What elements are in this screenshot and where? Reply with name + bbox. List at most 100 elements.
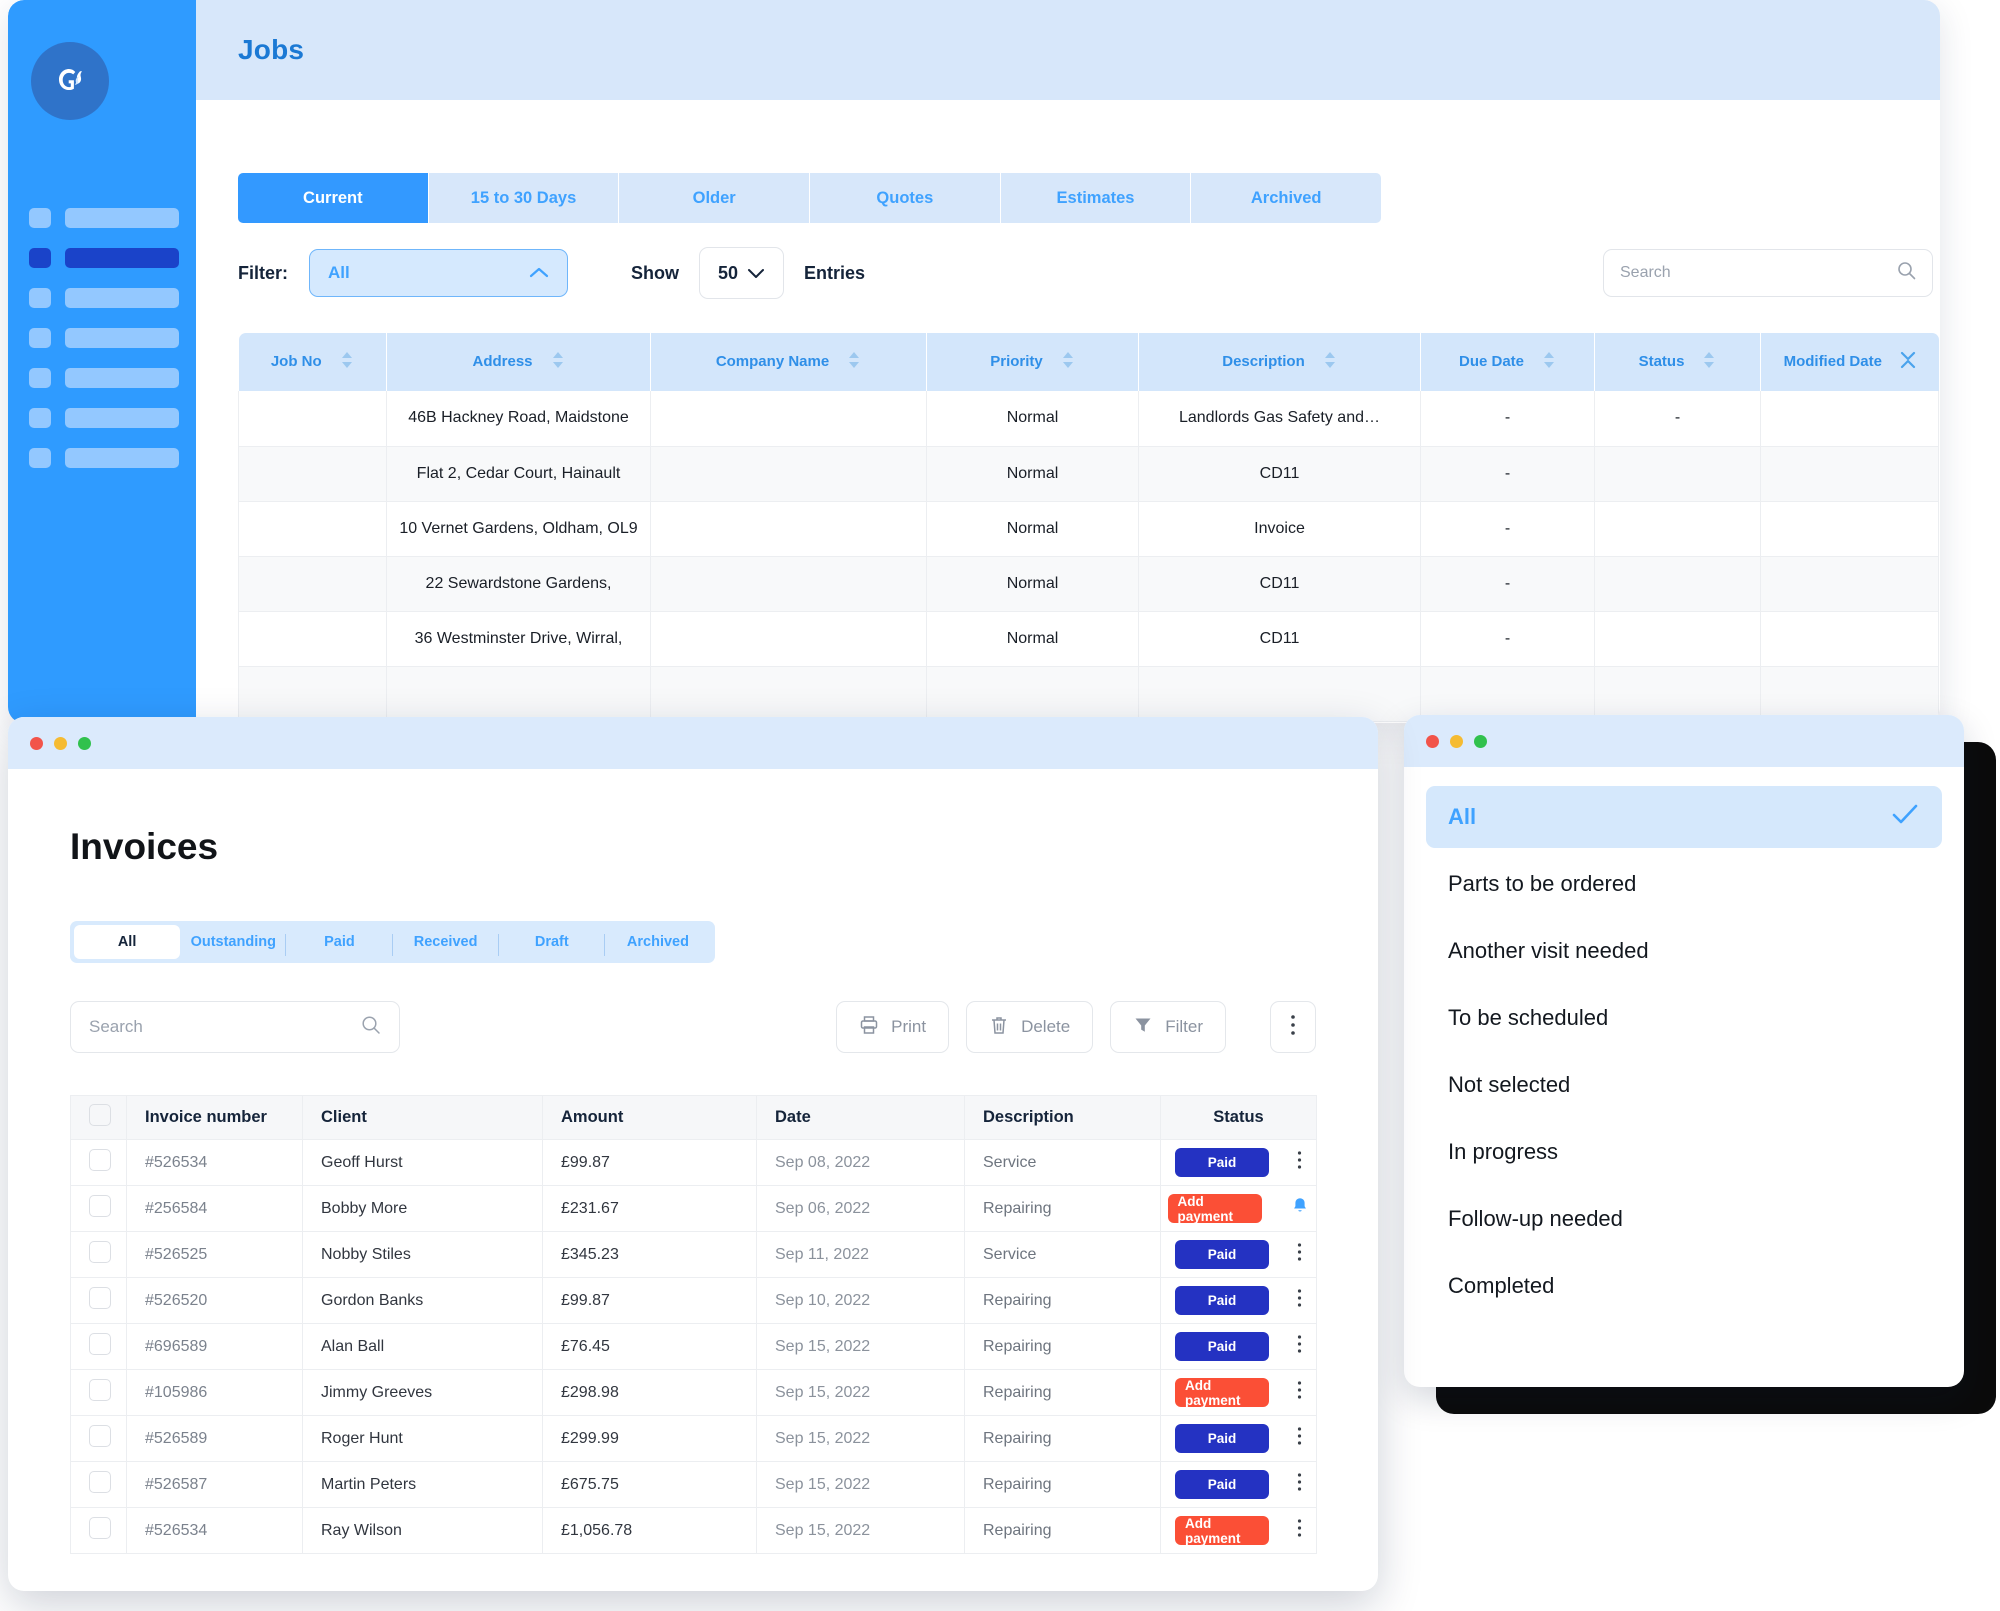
kebab-menu-icon[interactable] [1297, 1242, 1302, 1267]
tab-archived[interactable]: Archived [1191, 173, 1381, 223]
column-header-job-no[interactable]: Job No [239, 333, 387, 391]
status-badge[interactable]: Add payment [1168, 1194, 1262, 1223]
sidebar-item-7[interactable] [29, 448, 179, 468]
checkbox-icon[interactable] [89, 1104, 111, 1126]
column-header-status[interactable]: Status [1595, 333, 1761, 391]
column-header-modified-date[interactable]: Modified Date [1761, 333, 1939, 391]
select-all-header[interactable] [71, 1096, 127, 1140]
column-header-date[interactable]: Date [757, 1096, 965, 1140]
checkbox-icon[interactable] [89, 1379, 111, 1401]
row-checkbox-cell[interactable] [71, 1416, 127, 1462]
table-row[interactable]: #526534 Geoff Hurst £99.87 Sep 08, 2022 … [71, 1140, 1317, 1186]
row-checkbox-cell[interactable] [71, 1324, 127, 1370]
checkbox-icon[interactable] [89, 1517, 111, 1539]
dropdown-option-to-be-scheduled[interactable]: To be scheduled [1426, 987, 1942, 1049]
status-badge[interactable]: Paid [1175, 1240, 1269, 1269]
status-badge[interactable]: Paid [1175, 1332, 1269, 1361]
row-checkbox-cell[interactable] [71, 1508, 127, 1554]
column-header-due-date[interactable]: Due Date [1421, 333, 1595, 391]
row-checkbox-cell[interactable] [71, 1232, 127, 1278]
status-badge[interactable]: Paid [1175, 1148, 1269, 1177]
tab-paid[interactable]: Paid [286, 925, 392, 959]
delete-button[interactable]: Delete [966, 1001, 1093, 1053]
print-button[interactable]: Print [836, 1001, 949, 1053]
column-header-amount[interactable]: Amount [543, 1096, 757, 1140]
checkbox-icon[interactable] [89, 1425, 111, 1447]
sidebar-item-3[interactable] [29, 288, 179, 308]
kebab-menu-icon[interactable] [1297, 1150, 1302, 1175]
column-header-description[interactable]: Description [1139, 333, 1421, 391]
bell-icon[interactable] [1290, 1196, 1310, 1221]
dropdown-option-in-progress[interactable]: In progress [1426, 1121, 1942, 1183]
dropdown-option-follow-up-needed[interactable]: Follow-up needed [1426, 1188, 1942, 1250]
close-icon[interactable] [30, 737, 43, 750]
table-row[interactable]: 46B Hackney Road, Maidstone Normal Landl… [239, 391, 1939, 446]
close-icon[interactable] [1426, 735, 1439, 748]
status-badge[interactable]: Paid [1175, 1424, 1269, 1453]
sidebar-item-5[interactable] [29, 368, 179, 388]
kebab-menu-icon[interactable] [1297, 1288, 1302, 1313]
tab-all[interactable]: All [74, 925, 180, 959]
tab-estimates[interactable]: Estimates [1001, 173, 1192, 223]
table-row[interactable] [239, 666, 1939, 721]
minimize-icon[interactable] [54, 737, 67, 750]
filter-button[interactable]: Filter [1110, 1001, 1226, 1053]
dropdown-option-another-visit-needed[interactable]: Another visit needed [1426, 920, 1942, 982]
column-header-company-name[interactable]: Company Name [651, 333, 927, 391]
table-row[interactable]: 36 Westminster Drive, Wirral, Normal CD1… [239, 611, 1939, 666]
row-checkbox-cell[interactable] [71, 1370, 127, 1416]
kebab-menu-icon[interactable] [1297, 1334, 1302, 1359]
row-checkbox-cell[interactable] [71, 1186, 127, 1232]
status-badge[interactable]: Paid [1175, 1470, 1269, 1499]
table-row[interactable]: #526589 Roger Hunt £299.99 Sep 15, 2022 … [71, 1416, 1317, 1462]
tab-draft[interactable]: Draft [499, 925, 605, 959]
minimize-icon[interactable] [1450, 735, 1463, 748]
sidebar-item-2-active[interactable] [29, 248, 179, 268]
row-checkbox-cell[interactable] [71, 1462, 127, 1508]
search-input[interactable]: Search [1620, 264, 1897, 282]
table-row[interactable]: #256584 Bobby More £231.67 Sep 06, 2022 … [71, 1186, 1317, 1232]
checkbox-icon[interactable] [89, 1241, 111, 1263]
kebab-menu-icon[interactable] [1297, 1426, 1302, 1451]
dropdown-option-completed[interactable]: Completed [1426, 1255, 1942, 1317]
table-row[interactable]: #526525 Nobby Stiles £345.23 Sep 11, 202… [71, 1232, 1317, 1278]
sidebar-item-4[interactable] [29, 328, 179, 348]
dropdown-option-parts-to-be-ordered[interactable]: Parts to be ordered [1426, 853, 1942, 915]
table-row[interactable]: #105986 Jimmy Greeves £298.98 Sep 15, 20… [71, 1370, 1317, 1416]
dropdown-option-not-selected[interactable]: Not selected [1426, 1054, 1942, 1116]
tab-received[interactable]: Received [393, 925, 499, 959]
column-header-description[interactable]: Description [965, 1096, 1161, 1140]
status-badge[interactable]: Add payment [1175, 1516, 1269, 1545]
column-header-address[interactable]: Address [387, 333, 651, 391]
tab-current[interactable]: Current [238, 173, 429, 223]
filter-select[interactable]: All [309, 249, 568, 297]
dropdown-option-all[interactable]: All [1426, 786, 1942, 848]
maximize-icon[interactable] [78, 737, 91, 750]
entries-per-page-select[interactable]: 50 [699, 247, 784, 299]
checkbox-icon[interactable] [89, 1333, 111, 1355]
kebab-menu-icon[interactable] [1297, 1472, 1302, 1497]
kebab-menu-icon[interactable] [1297, 1380, 1302, 1405]
flame-g-logo-icon[interactable] [31, 42, 109, 120]
checkbox-icon[interactable] [89, 1149, 111, 1171]
table-row[interactable]: #696589 Alan Ball £76.45 Sep 15, 2022 Re… [71, 1324, 1317, 1370]
column-header-status[interactable]: Status [1161, 1096, 1317, 1140]
sidebar-item-1[interactable] [29, 208, 179, 228]
table-row[interactable]: #526587 Martin Peters £675.75 Sep 15, 20… [71, 1462, 1317, 1508]
table-row[interactable]: #526520 Gordon Banks £99.87 Sep 10, 2022… [71, 1278, 1317, 1324]
column-header-priority[interactable]: Priority [927, 333, 1139, 391]
checkbox-icon[interactable] [89, 1471, 111, 1493]
invoices-search-box[interactable]: Search [70, 1001, 400, 1053]
table-row[interactable]: 10 Vernet Gardens, Oldham, OL9 Normal In… [239, 501, 1939, 556]
status-badge[interactable]: Add payment [1175, 1378, 1269, 1407]
tab-outstanding[interactable]: Outstanding [180, 925, 286, 959]
tab-15-to-30-days[interactable]: 15 to 30 Days [429, 173, 620, 223]
row-checkbox-cell[interactable] [71, 1140, 127, 1186]
status-badge[interactable]: Paid [1175, 1286, 1269, 1315]
table-row[interactable]: #526534 Ray Wilson £1,056.78 Sep 15, 202… [71, 1508, 1317, 1554]
maximize-icon[interactable] [1474, 735, 1487, 748]
table-row[interactable]: Flat 2, Cedar Court, Hainault Normal CD1… [239, 446, 1939, 501]
column-header-client[interactable]: Client [303, 1096, 543, 1140]
jobs-search-box[interactable]: Search [1603, 249, 1933, 297]
checkbox-icon[interactable] [89, 1195, 111, 1217]
